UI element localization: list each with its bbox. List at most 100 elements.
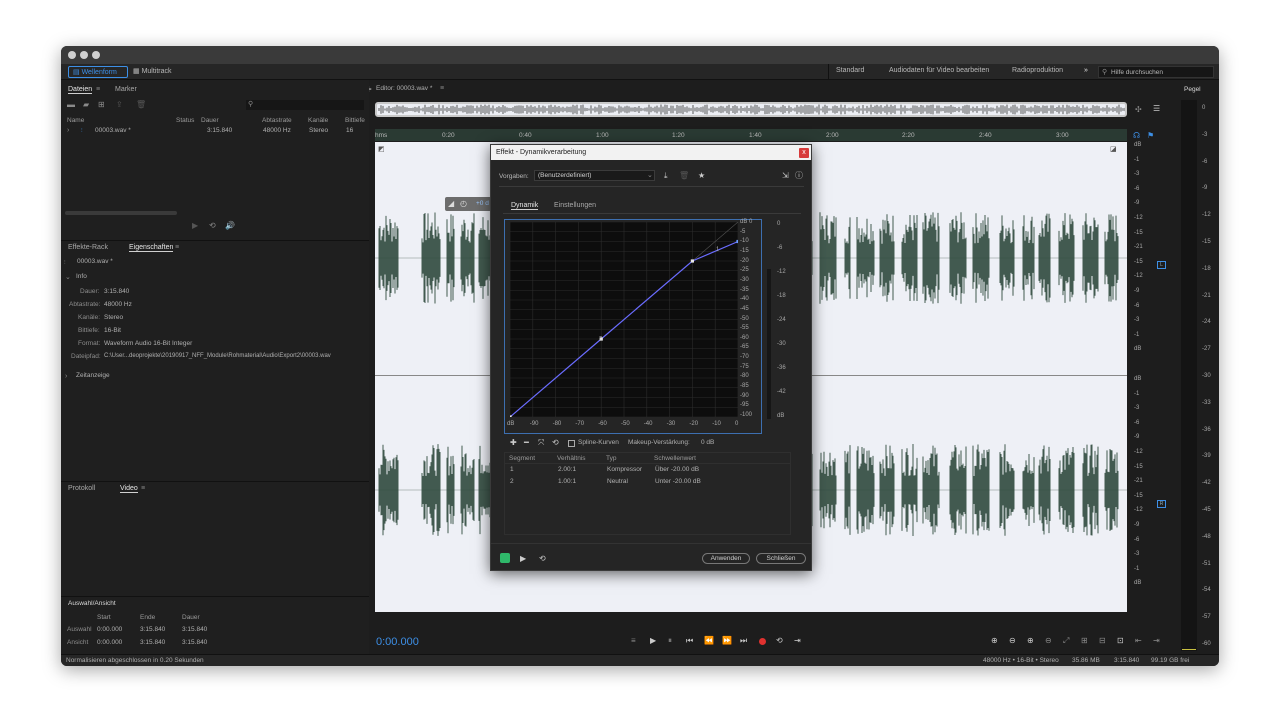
invert-icon[interactable]: ⤧ [538,439,544,447]
col-status[interactable]: Status [176,117,194,124]
dialog-title-bar[interactable]: Effekt - Dynamikverarbeitung [491,145,811,160]
play-preview-icon[interactable]: ▶ [192,222,198,230]
tab-markers[interactable]: Marker [115,86,137,93]
rewind-icon[interactable]: ⏪ [704,637,714,645]
play-icon[interactable]: ▶ [650,637,656,645]
loop-icon[interactable]: ⟲ [776,637,783,645]
zoom-in-time-icon[interactable]: ⊕ [1027,637,1034,645]
zoom-right-icon[interactable]: ⇥ [1153,637,1160,645]
new-file-icon[interactable]: ⊞ [98,101,105,109]
zoom-out-amplitude-icon[interactable]: ⊖ [1009,637,1016,645]
zoom-selection-icon[interactable]: ⊡ [1117,637,1124,645]
chevron-right-icon[interactable]: › [65,373,67,381]
workspace-standard[interactable]: Standard [836,67,864,74]
gain-hud[interactable]: ◢ ◴ +0 d [445,197,493,211]
tab-properties[interactable]: Eigenschaften [129,244,174,252]
open-file-icon[interactable]: ▬ [67,101,75,109]
zoom-full-icon[interactable]: ⤢ [1063,637,1069,645]
insert-icon[interactable]: ⇪ [116,101,123,109]
table-row[interactable]: 1 2.00:1 Kompressor Über -20.00 dB [505,465,790,475]
favorite-star-icon[interactable]: ★ [698,172,705,180]
apply-button[interactable]: Anwenden [702,553,750,564]
zoom-out-time-icon[interactable]: ⊖ [1045,637,1052,645]
info-icon[interactable]: ⓘ [795,172,803,180]
headphones-icon[interactable]: ☊ [1133,132,1140,140]
fast-forward-icon[interactable]: ⏩ [722,637,732,645]
view-end-field[interactable]: 3:15.840 [140,639,165,646]
col-channels[interactable]: Kanäle [308,117,328,124]
panel-menu-icon[interactable]: ≡ [96,86,100,94]
view-start-field[interactable]: 0:00.000 [97,639,122,646]
loop-preview-icon[interactable]: ⟲ [209,222,216,230]
selection-duration-field[interactable]: 3:15.840 [182,626,207,633]
import-file-icon[interactable]: ▰ [83,101,89,109]
multitrack-mode-button[interactable]: ▦ Multitrack [133,66,183,78]
go-to-start-icon[interactable]: ⏮ [686,637,693,645]
info-section-label[interactable]: Info [76,273,87,280]
preview-loop-icon[interactable]: ⟲ [539,555,546,563]
routing-icon[interactable]: ⇲ [782,172,789,180]
selection-end-field[interactable]: 3:15.840 [140,626,165,633]
selection-start-field[interactable]: 0:00.000 [97,626,122,633]
panel-menu-icon[interactable]: ≡ [175,244,179,252]
timecode-section-label[interactable]: Zeitanzeige [76,372,110,379]
panel-menu-icon[interactable]: ≡ [440,85,444,93]
waveform-mode-button[interactable]: ▤ Wellenform [68,66,128,78]
save-preset-icon[interactable]: ⤓ [664,172,668,180]
tab-video[interactable]: Video [120,485,138,493]
reset-icon[interactable]: ⟲ [552,439,559,447]
zoom-window-dot[interactable] [92,51,100,59]
tab-effects-rack[interactable]: Effekte-Rack [68,244,108,251]
workspace-video-audio[interactable]: Audiodaten für Video bearbeiten [889,67,989,74]
fade-in-handle-icon[interactable]: ◩ [378,146,385,154]
minimize-window-dot[interactable] [80,51,88,59]
tab-dynamics[interactable]: Dynamik [511,202,539,210]
record-icon[interactable] [759,638,766,645]
tab-settings[interactable]: Einstellungen [554,202,596,209]
preview-play-icon[interactable]: ▶ [520,555,526,563]
overview-menu-icon[interactable]: ☰ [1153,105,1160,113]
view-duration-field[interactable]: 3:15.840 [182,639,207,646]
col-name[interactable]: Name [67,117,84,124]
overview-bar[interactable] [375,102,1127,117]
preset-select[interactable]: (Benutzerdefiniert) ⌄ [534,170,655,181]
tab-history[interactable]: Protokoll [68,485,95,492]
col-depth[interactable]: Bittiefe [345,117,365,124]
table-row[interactable]: › ⫶ 00003.wav * 3:15.840 48000 Hz Stereo… [65,126,365,136]
hud-knob-icon[interactable]: ◴ [460,200,467,208]
fade-out-handle-icon[interactable]: ◪ [1110,146,1117,154]
curve-point[interactable] [736,239,738,244]
delete-preset-icon[interactable]: 🗑 [679,172,689,180]
zoom-in-amplitude-icon[interactable]: ⊕ [991,637,998,645]
makeup-value-field[interactable]: 0 dB [701,439,714,446]
remove-point-icon[interactable]: ━ [524,439,529,447]
more-workspaces-button[interactable]: » [1084,67,1088,74]
add-point-icon[interactable]: ✚ [510,439,517,447]
chevron-right-icon[interactable]: › [67,127,69,135]
time-display[interactable]: 0:00.000 [376,636,419,648]
channel-l-toggle[interactable]: L [1157,261,1166,269]
files-scrollbar[interactable] [65,211,177,215]
channel-r-toggle[interactable]: R [1157,500,1166,508]
dialog-close-button[interactable]: x [799,148,809,158]
help-search-input[interactable]: Hilfe durchsuchen [1111,69,1163,76]
pin-icon[interactable]: ⚑ [1147,132,1154,140]
close-window-dot[interactable] [68,51,76,59]
zoom-out-point-icon[interactable]: ⊟ [1099,637,1106,645]
zoom-in-point-icon[interactable]: ⊞ [1081,637,1088,645]
help-search-box[interactable]: ⚲ Hilfe durchsuchen [1098,66,1214,78]
curve-point[interactable] [690,259,694,263]
tab-files[interactable]: Dateien [68,86,93,94]
workspace-radio[interactable]: Radioproduktion [1012,67,1063,74]
delete-file-icon[interactable]: 🗑 [136,101,146,109]
skip-icon[interactable]: ⇥ [794,637,801,645]
table-row[interactable]: 2 1.00:1 Neutral Unter -20.00 dB [505,477,790,487]
spline-checkbox[interactable] [568,440,575,447]
files-search-input[interactable]: ⚲ [246,100,364,110]
col-duration[interactable]: Dauer [201,117,219,124]
chevron-down-icon[interactable]: ⌄ [65,274,71,282]
zoom-lock-icon[interactable]: ✣ [1135,106,1142,114]
panel-menu-icon[interactable]: ≡ [141,485,145,493]
col-rate[interactable]: Abtastrate [262,117,292,124]
close-dialog-button[interactable]: Schließen [756,553,806,564]
